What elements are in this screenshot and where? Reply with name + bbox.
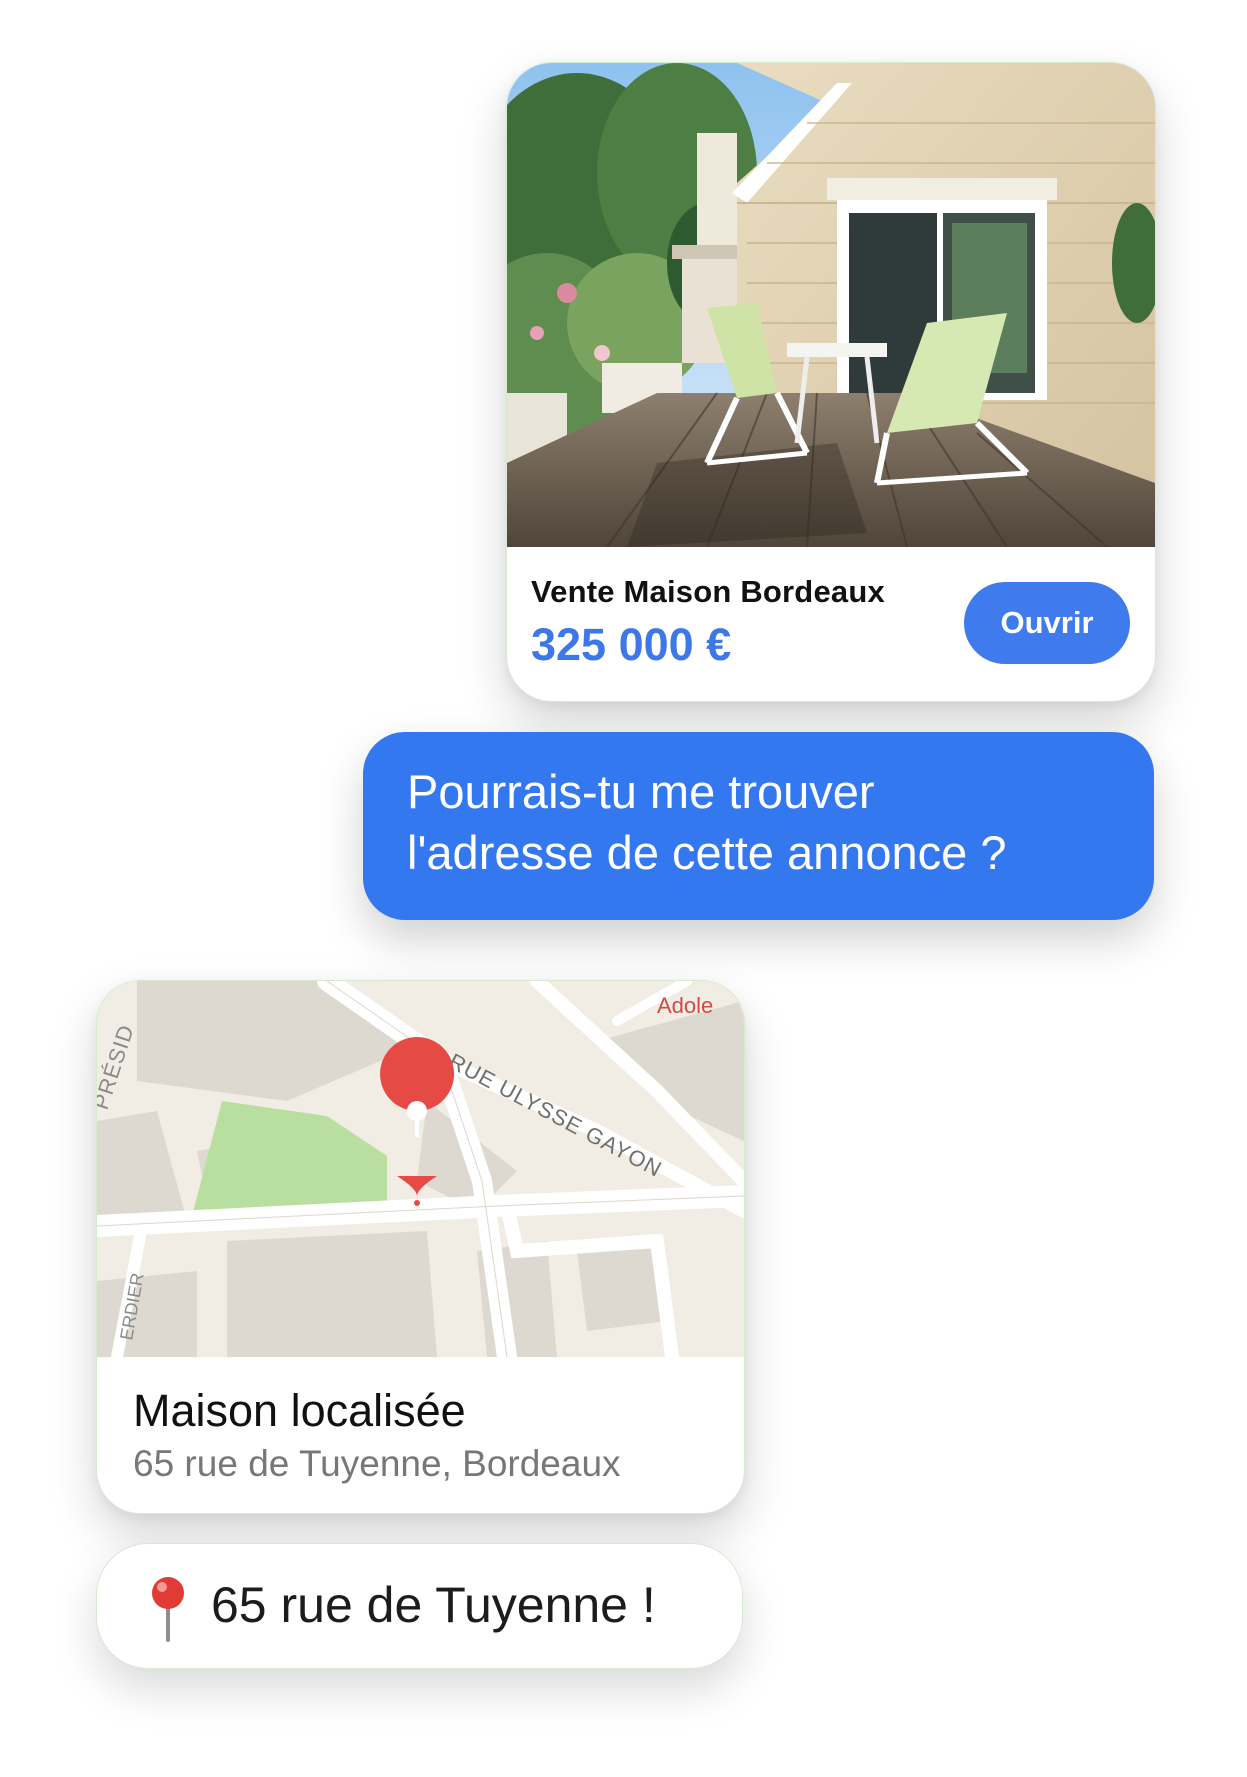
listing-photo	[507, 63, 1155, 547]
listing-title: Vente Maison Bordeaux	[531, 574, 885, 609]
listing-card[interactable]: Vente Maison Bordeaux 325 000 € Ouvrir	[506, 62, 1156, 702]
user-message-line-2: l'adresse de cette annonce ?	[407, 826, 1007, 879]
map-result-card[interactable]: RUE ULYSSE GAYON PRÉSID ERDIER Adole Mai…	[96, 980, 745, 1514]
open-button[interactable]: Ouvrir	[964, 582, 1130, 664]
listing-price: 325 000 €	[531, 619, 732, 670]
map-view[interactable]: RUE ULYSSE GAYON PRÉSID ERDIER Adole	[97, 981, 744, 1367]
place-label-adole: Adole	[657, 993, 713, 1018]
user-message-line-1: Pourrais-tu me trouver	[407, 765, 875, 818]
user-message-bubble: Pourrais-tu me trouver l'adresse de cett…	[363, 732, 1154, 920]
assistant-reply-text: 65 rue de Tuyenne !	[211, 1577, 656, 1633]
map-result-address: 65 rue de Tuyenne, Bordeaux	[133, 1443, 621, 1484]
map-result-title: Maison localisée	[133, 1385, 466, 1436]
assistant-reply-bubble: 65 rue de Tuyenne !	[96, 1543, 743, 1669]
round-pushpin-icon	[152, 1577, 184, 1642]
